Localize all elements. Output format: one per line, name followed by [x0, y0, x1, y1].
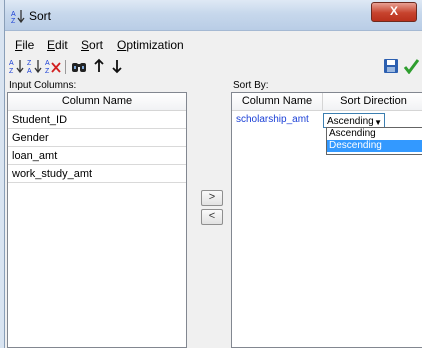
title-bar[interactable]: A Z Sort X	[5, 0, 422, 31]
toolbar: A Z Z A A Z	[5, 56, 422, 76]
move-up-icon[interactable]	[91, 58, 107, 74]
sort-direction-select[interactable]: Ascending ▼	[323, 113, 385, 128]
save-icon[interactable]	[383, 58, 399, 74]
sort-direction-dropdown: Ascending Descending	[326, 127, 422, 155]
apply-check-icon[interactable]	[403, 58, 419, 74]
sort-ascending-icon[interactable]: A Z	[9, 58, 25, 74]
option-ascending[interactable]: Ascending	[327, 128, 422, 140]
move-down-icon[interactable]	[109, 58, 125, 74]
list-item[interactable]: work_study_amt	[8, 165, 186, 183]
list-item[interactable]: Student_ID	[8, 111, 186, 129]
list-item[interactable]: Gender	[8, 129, 186, 147]
sort-direction-header[interactable]: Sort Direction	[323, 93, 422, 111]
svg-text:A: A	[27, 68, 32, 74]
sort-window: A Z Sort X File Edit Sort Optimization A…	[4, 0, 422, 348]
column-name-header[interactable]: Column Name	[8, 93, 186, 111]
clear-sort-icon[interactable]: A Z	[45, 58, 61, 74]
sort-by-label: Sort By:	[233, 80, 269, 91]
move-left-button[interactable]: <	[201, 209, 223, 225]
sort-column-name-header[interactable]: Column Name	[232, 93, 323, 111]
sort-icon: A Z	[11, 10, 25, 23]
menu-sort[interactable]: Sort	[81, 38, 103, 52]
toolbar-separator	[65, 60, 66, 74]
option-descending[interactable]: Descending	[327, 140, 422, 152]
input-columns-panel: Column Name Student_ID Gender loan_amt w…	[7, 92, 187, 348]
svg-text:Z: Z	[9, 68, 14, 74]
svg-text:A: A	[9, 60, 14, 67]
sort-column-cell[interactable]: scholarship_amt	[236, 114, 309, 125]
menu-optimization[interactable]: Optimization	[117, 38, 184, 52]
menu-file[interactable]: File	[15, 38, 34, 52]
list-item[interactable]: loan_amt	[8, 147, 186, 165]
svg-text:A: A	[11, 11, 16, 18]
window-title: Sort	[29, 9, 52, 23]
input-columns-label: Input Columns:	[9, 80, 77, 91]
move-right-button[interactable]: >	[201, 190, 223, 206]
svg-text:Z: Z	[27, 60, 32, 67]
sort-direction-value: Ascending	[327, 116, 374, 127]
menu-bar: File Edit Sort Optimization	[5, 36, 422, 54]
close-button[interactable]: X	[371, 2, 417, 22]
svg-text:Z: Z	[45, 68, 50, 74]
svg-text:Z: Z	[11, 18, 16, 23]
svg-text:A: A	[45, 60, 50, 67]
find-icon[interactable]	[71, 58, 87, 74]
menu-edit[interactable]: Edit	[47, 38, 68, 52]
sort-descending-icon[interactable]: Z A	[27, 58, 43, 74]
